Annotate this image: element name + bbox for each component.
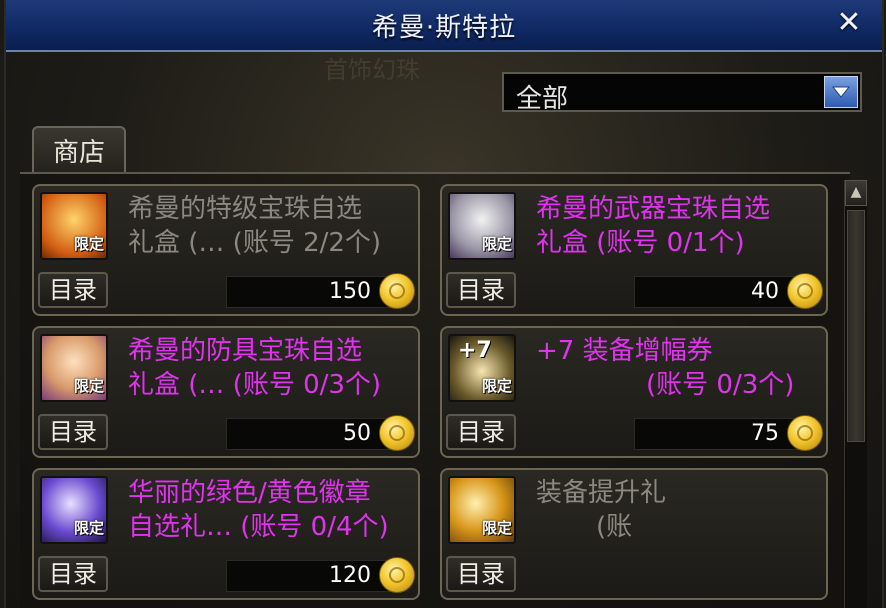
catalog-button[interactable]: 目录: [446, 272, 516, 308]
item-name-line2: 礼盒 (… (账号 0/3个): [128, 370, 382, 400]
amplify-ticket-icon: +7 限定: [448, 334, 516, 402]
limited-badge: 限定: [73, 235, 104, 253]
catalog-button[interactable]: 目录: [446, 414, 516, 450]
title-bar[interactable]: 希曼·斯特拉 ✕: [6, 0, 882, 52]
catalog-button[interactable]: 目录: [38, 414, 108, 450]
price-box: 120: [226, 557, 415, 593]
background-label: 首饰幻珠: [324, 56, 420, 84]
gold-coin-icon: [787, 415, 823, 451]
item-name-line1: 装备提升礼: [536, 478, 667, 508]
shop-item-card[interactable]: +7 限定 +7 装备增幅券 (账号 0/3个) 目录 75: [440, 326, 828, 458]
item-name-line1: 希曼的武器宝珠自选: [536, 194, 771, 224]
limited-badge: 限定: [481, 519, 512, 537]
tab-shop[interactable]: 商店: [32, 126, 126, 172]
orange-giftbox-icon: 限定: [40, 192, 108, 260]
shop-item-card[interactable]: 限定 希曼的武器宝珠自选 礼盒 (账号 0/1个) 目录 40: [440, 184, 828, 316]
shop-item-card[interactable]: 限定 装备提升礼 (账 目录: [440, 468, 828, 600]
item-name-line1: 希曼的防具宝珠自选: [128, 336, 363, 366]
scroll-thumb[interactable]: [847, 210, 865, 442]
price-box: 50: [226, 415, 415, 451]
purple-emblem-box-icon: 限定: [40, 476, 108, 544]
price-box: 150: [226, 273, 415, 309]
gold-coin-icon: [379, 273, 415, 309]
plus-seven-label: +7: [458, 338, 492, 363]
item-name: 华丽的绿色/黄色徽章 自选礼… (账号 0/4个): [128, 476, 416, 544]
price-value: 75: [751, 421, 779, 446]
item-name-line1: 华丽的绿色/黄色徽章: [128, 478, 371, 508]
limited-badge: 限定: [73, 377, 104, 395]
gold-coin-icon: [379, 557, 415, 593]
window-title: 希曼·斯特拉: [371, 12, 517, 43]
gold-coin-icon: [787, 273, 823, 309]
limited-badge: 限定: [481, 377, 512, 395]
item-name-line2: 礼盒 (… (账号 2/2个): [128, 228, 382, 258]
shop-item-card[interactable]: 限定 希曼的防具宝珠自选 礼盒 (… (账号 0/3个) 目录 50: [32, 326, 420, 458]
item-name: 希曼的防具宝珠自选 礼盒 (… (账号 0/3个): [128, 334, 416, 402]
shop-item-card[interactable]: 限定 希曼的特级宝珠自选 礼盒 (… (账号 2/2个) 目录 150: [32, 184, 420, 316]
price-value: 50: [343, 421, 371, 446]
item-name-line1: 希曼的特级宝珠自选: [128, 194, 363, 224]
shop-item-card[interactable]: 限定 华丽的绿色/黄色徽章 自选礼… (账号 0/4个) 目录 120: [32, 468, 420, 600]
price-value: 150: [329, 279, 371, 304]
scroll-up-icon[interactable]: ▲: [845, 180, 867, 206]
price-value: 120: [329, 563, 371, 588]
item-name: 希曼的武器宝珠自选 礼盒 (账号 0/1个): [536, 192, 824, 260]
catalog-button[interactable]: 目录: [446, 556, 516, 592]
category-selected: 全部: [516, 84, 569, 114]
item-name: +7 装备增幅券 (账号 0/3个): [536, 334, 824, 402]
item-name-line1: +7 装备增幅券: [536, 336, 713, 366]
item-name-line2: 礼盒 (账号 0/1个): [536, 228, 745, 258]
catalog-button[interactable]: 目录: [38, 272, 108, 308]
item-name-line2: (账: [596, 512, 633, 542]
catalog-button[interactable]: 目录: [38, 556, 108, 592]
limited-badge: 限定: [73, 519, 104, 537]
gold-orb-icon: 限定: [448, 476, 516, 544]
item-name: 希曼的特级宝珠自选 礼盒 (… (账号 2/2个): [128, 192, 416, 260]
item-name-line2: (账号 0/3个): [646, 370, 795, 400]
price-value: 40: [751, 279, 779, 304]
white-giftbox-icon: 限定: [448, 192, 516, 260]
close-icon[interactable]: ✕: [834, 8, 864, 38]
gold-coin-icon: [379, 415, 415, 451]
price-box: 40: [634, 273, 823, 309]
shop-window: 希曼·斯特拉 ✕ 首饰幻珠 全部 商店 ▲ 限定 希曼的特级宝珠自选 礼盒 (……: [4, 0, 884, 608]
dropdown-arrow-icon[interactable]: [824, 76, 858, 108]
item-name: 装备提升礼 (账: [536, 476, 824, 544]
item-name-line2: 自选礼… (账号 0/4个): [128, 512, 389, 542]
category-dropdown[interactable]: 全部: [502, 72, 862, 114]
price-box: 75: [634, 415, 823, 451]
limited-badge: 限定: [481, 235, 512, 253]
character-giftbox-icon: 限定: [40, 334, 108, 402]
scrollbar[interactable]: ▲: [844, 180, 867, 608]
